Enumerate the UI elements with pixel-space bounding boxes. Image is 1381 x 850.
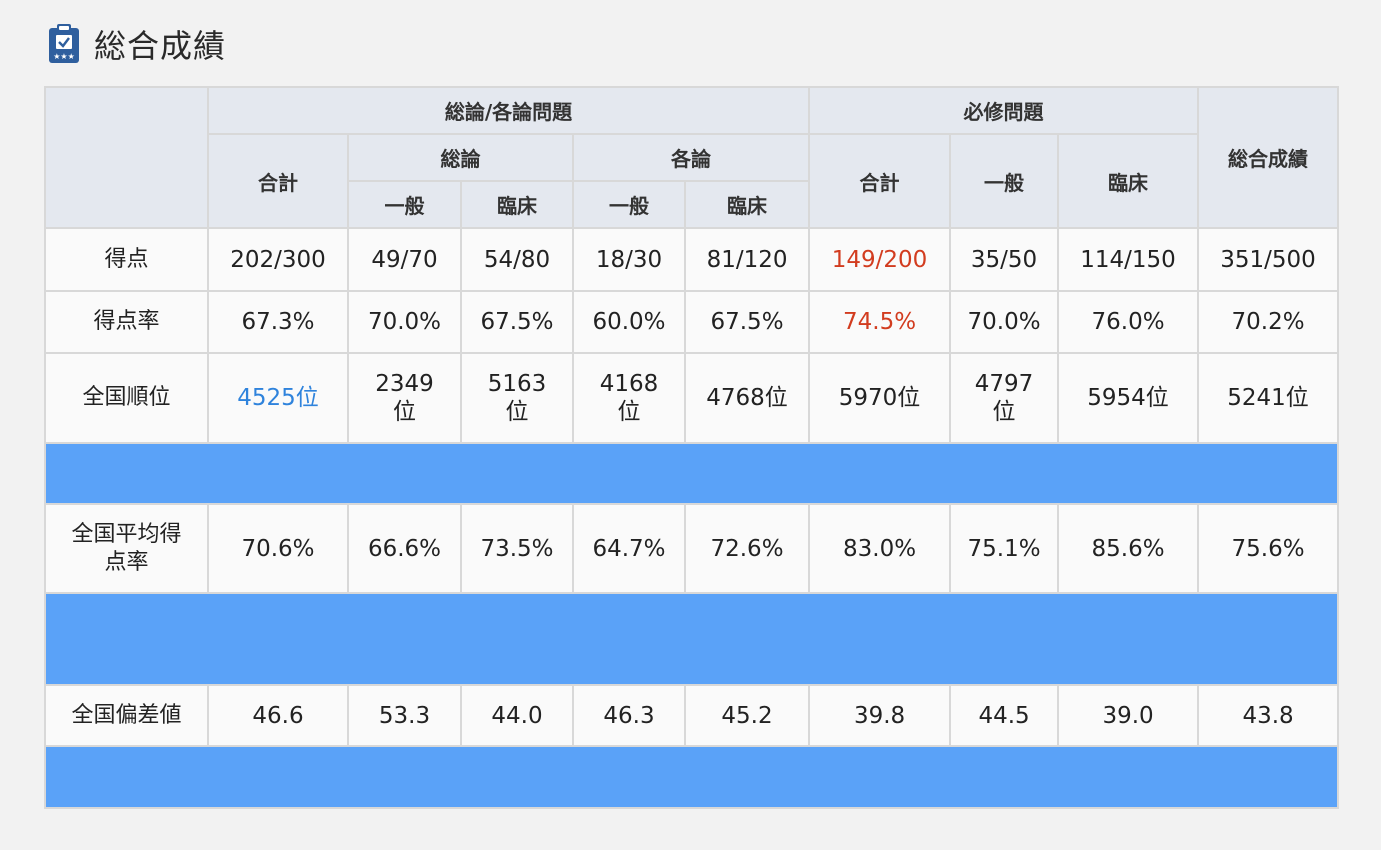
cell-rate-highlight: 74.5% xyxy=(808,290,952,354)
row-rank: 全国順位 4525位 2349 位 5163 位 4168 位 4768位 59… xyxy=(44,352,1340,444)
row-label: 全国平均得点率 xyxy=(44,503,209,594)
rank-link[interactable]: 4525位 xyxy=(207,352,349,444)
cell-score-highlight: 149/200 xyxy=(808,227,952,292)
blue-band-row xyxy=(43,442,1340,505)
header-corner xyxy=(44,86,209,229)
cell-deviation: 53.3 xyxy=(347,684,462,747)
row-label: 全国偏差値 xyxy=(44,684,209,747)
cell-rate: 60.0% xyxy=(572,290,686,354)
cell-rate: 70.0% xyxy=(949,290,1060,354)
page-header: ★★★ 総合成績 xyxy=(48,20,226,68)
cell-rate: 76.0% xyxy=(1057,290,1200,354)
cell-rank: 5163 位 xyxy=(460,352,574,444)
cell-score: 18/30 xyxy=(572,227,686,292)
header-hisshu: 必修問題 xyxy=(808,86,1200,135)
cell-deviation: 39.0 xyxy=(1057,684,1200,747)
cell-deviation: 39.8 xyxy=(808,684,952,747)
cell-avg-rate: 66.6% xyxy=(347,503,462,594)
cell-score: 202/300 xyxy=(207,227,349,292)
cell-avg-rate: 72.6% xyxy=(683,503,811,594)
cell-avg-rate: 83.0% xyxy=(808,503,952,594)
blue-band xyxy=(43,745,1340,809)
row-avg-rate: 全国平均得点率 70.6% 66.6% 73.5% 64.7% 72.6% 83… xyxy=(44,503,1340,594)
cell-rate: 67.3% xyxy=(207,290,349,354)
cell-avg-rate: 75.1% xyxy=(949,503,1060,594)
cell-rate: 70.2% xyxy=(1197,290,1340,354)
page-title: 総合成績 xyxy=(94,27,227,65)
cell-score: 49/70 xyxy=(347,227,462,292)
header-souron: 総論 xyxy=(347,133,574,182)
row-label: 全国順位 xyxy=(44,352,209,444)
cell-score: 114/150 xyxy=(1057,227,1200,292)
cell-score: 35/50 xyxy=(949,227,1060,292)
cell-rank: 4797 位 xyxy=(949,352,1060,444)
cell-avg-rate: 75.6% xyxy=(1197,503,1340,594)
header-total-score: 総合成績 xyxy=(1197,86,1340,229)
cell-score: 351/500 xyxy=(1197,227,1340,292)
row-label: 得点 xyxy=(44,227,209,292)
cell-rank: 5241位 xyxy=(1197,352,1340,444)
cell-deviation: 45.2 xyxy=(683,684,811,747)
cell-avg-rate: 70.6% xyxy=(207,503,349,594)
cell-rate: 70.0% xyxy=(347,290,462,354)
cell-rate: 67.5% xyxy=(460,290,574,354)
cell-deviation: 43.8 xyxy=(1197,684,1340,747)
cell-score: 81/120 xyxy=(683,227,811,292)
cell-avg-rate: 85.6% xyxy=(1057,503,1200,594)
cell-deviation: 44.5 xyxy=(949,684,1060,747)
header-souron-rinsho: 臨床 xyxy=(460,180,574,229)
header-hisshu-ippan: 一般 xyxy=(949,133,1060,229)
cell-rate: 67.5% xyxy=(683,290,811,354)
clipboard-check-icon: ★★★ xyxy=(48,24,80,64)
cell-rank: 4768位 xyxy=(683,352,811,444)
row-label: 得点率 xyxy=(44,290,209,354)
cell-deviation: 46.6 xyxy=(207,684,349,747)
row-rate: 得点率 67.3% 70.0% 67.5% 60.0% 67.5% 74.5% … xyxy=(44,290,1340,354)
header-kakuron: 各論 xyxy=(571,133,811,182)
score-table: 総論/各論問題 必修問題 総合成績 合計 総論 各論 合計 一般 臨床 一般 臨… xyxy=(43,86,1340,809)
header-hisshu-rinsho: 臨床 xyxy=(1057,133,1200,229)
cell-avg-rate: 73.5% xyxy=(460,503,574,594)
header-hisshu-goukei: 合計 xyxy=(808,133,952,229)
cell-rank: 2349 位 xyxy=(347,352,462,444)
header-sougou-kakuron: 総論/各論問題 xyxy=(206,86,811,135)
cell-deviation: 46.3 xyxy=(572,684,686,747)
blue-band-row xyxy=(43,745,1340,809)
header-kakuron-rinsho: 臨床 xyxy=(683,180,811,229)
cell-rank: 5954位 xyxy=(1057,352,1200,444)
blue-band xyxy=(43,442,1340,505)
cell-rank: 4168 位 xyxy=(572,352,686,444)
blue-band-row xyxy=(43,592,1340,686)
cell-avg-rate: 64.7% xyxy=(572,503,686,594)
blue-band xyxy=(43,592,1340,686)
svg-text:★★★: ★★★ xyxy=(53,52,75,61)
header-souron-ippan: 一般 xyxy=(347,180,462,229)
header-kakuron-ippan: 一般 xyxy=(572,180,686,229)
row-deviation: 全国偏差値 46.6 53.3 44.0 46.3 45.2 39.8 44.5… xyxy=(44,684,1340,747)
row-score: 得点 202/300 49/70 54/80 18/30 81/120 149/… xyxy=(44,227,1340,292)
header-goukei: 合計 xyxy=(207,133,349,229)
cell-deviation: 44.0 xyxy=(460,684,574,747)
cell-score: 54/80 xyxy=(460,227,574,292)
cell-rank: 5970位 xyxy=(808,352,952,444)
